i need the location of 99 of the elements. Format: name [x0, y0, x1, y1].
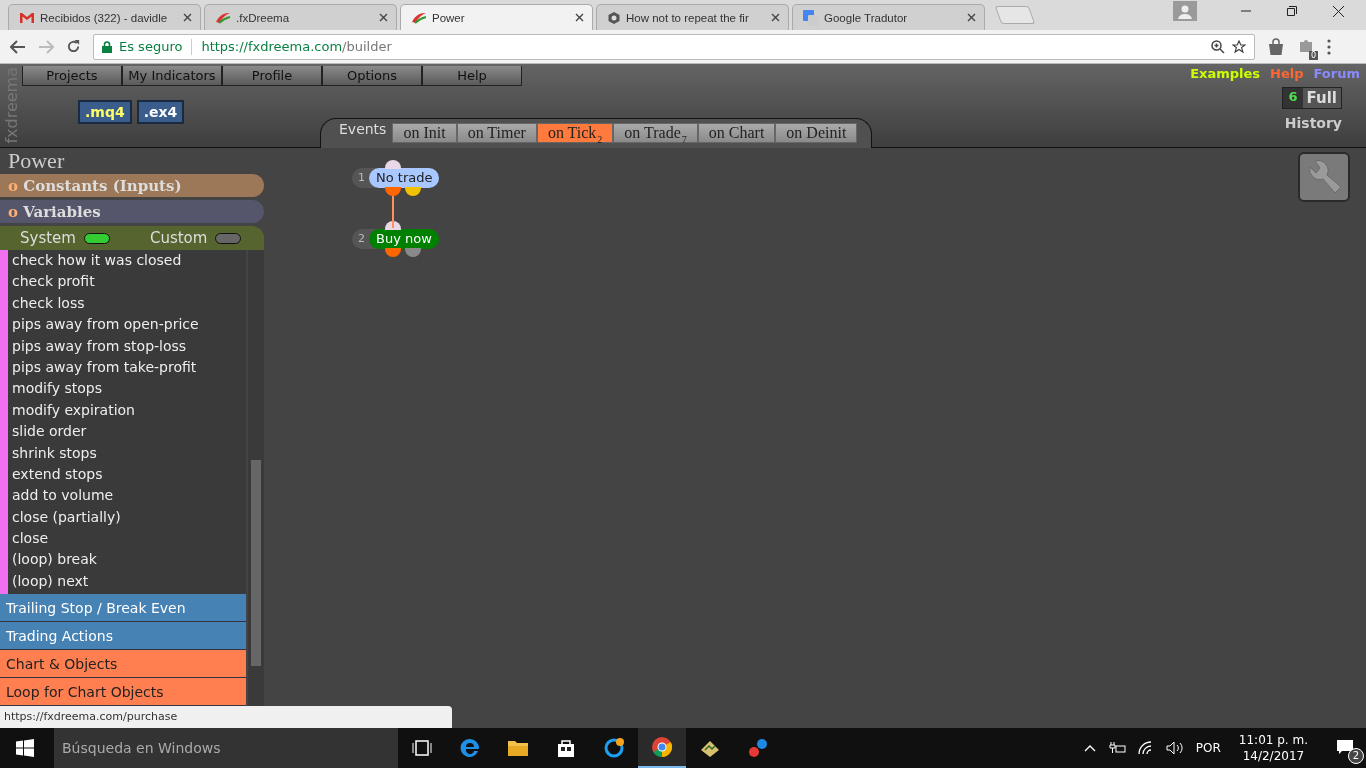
- notification-icon[interactable]: [1336, 738, 1354, 755]
- extension-badge: 0: [1308, 50, 1318, 60]
- chart-terminal-icon: [699, 738, 721, 758]
- menu-item[interactable]: Options: [322, 66, 422, 86]
- export-button[interactable]: .ex4: [136, 100, 185, 124]
- block-item[interactable]: check profit: [12, 271, 246, 293]
- close-icon[interactable]: [183, 13, 192, 22]
- block-item[interactable]: close: [12, 528, 246, 550]
- url-text: https://fxdreema.com/builder: [201, 39, 392, 54]
- block-item[interactable]: modify stops: [12, 378, 246, 400]
- browser-tab[interactable]: How not to repeat the fir: [596, 4, 789, 30]
- lock-icon: [102, 40, 112, 53]
- wifi-icon[interactable]: [1137, 741, 1154, 755]
- clock-time[interactable]: 11:01 p. m.: [1238, 732, 1308, 748]
- bag-icon[interactable]: [1267, 37, 1285, 56]
- category-item[interactable]: Trailing Stop / Break Even: [0, 594, 246, 622]
- mail-icon: [19, 11, 35, 24]
- edge-icon: [459, 737, 481, 759]
- close-icon[interactable]: [379, 13, 388, 22]
- category-item[interactable]: Chart & Objects: [0, 650, 246, 678]
- close-icon[interactable]: [771, 13, 780, 22]
- history-full-button[interactable]: 6 Full: [1282, 87, 1342, 109]
- task-view-icon: [412, 740, 432, 756]
- toggle-label: Custom: [149, 229, 208, 247]
- close-icon[interactable]: [1333, 5, 1344, 17]
- connector-line: [392, 196, 394, 228]
- swoosh-icon: [215, 10, 231, 25]
- swoosh-icon: [411, 10, 427, 25]
- events-label: Events: [339, 121, 387, 137]
- menu-item[interactable]: Help: [422, 66, 522, 86]
- event-tab[interactable]: on Timer: [456, 123, 537, 143]
- toggle-switch[interactable]: [215, 232, 242, 244]
- scrollbar[interactable]: [248, 250, 264, 706]
- store-bag-icon: [556, 738, 576, 758]
- section-header[interactable]: o Variables: [0, 200, 264, 223]
- close-icon[interactable]: [575, 13, 584, 22]
- restore-icon[interactable]: [1287, 6, 1297, 16]
- block-item[interactable]: (loop) break: [12, 549, 246, 571]
- event-tab[interactable]: on Trade$_{7}$: [613, 123, 698, 143]
- dots-icon: [747, 737, 769, 759]
- category-item[interactable]: Loop for Chart Objects: [0, 678, 246, 706]
- block-label: Buy now: [369, 229, 439, 249]
- windows-icon[interactable]: [16, 739, 34, 757]
- reload-icon[interactable]: [66, 39, 81, 54]
- notification-badge: 2: [1348, 747, 1364, 764]
- toggle-switch[interactable]: [83, 232, 110, 244]
- history-label: History: [1284, 115, 1342, 131]
- flow-block[interactable]: 2 Buy now: [352, 221, 439, 258]
- event-tab[interactable]: on Chart: [697, 123, 776, 143]
- block-item[interactable]: (loop) next: [12, 570, 246, 593]
- status-url: https://fxdreema.com/purchase: [0, 706, 452, 728]
- clock-date[interactable]: 14/2/2017: [1242, 748, 1305, 764]
- event-tab[interactable]: on Init: [392, 123, 457, 143]
- block-item[interactable]: add to volume: [12, 485, 246, 507]
- volume-icon[interactable]: [1165, 741, 1184, 755]
- zoom-icon[interactable]: [1211, 39, 1225, 54]
- sync-icon: [603, 737, 625, 759]
- toggle-label: System: [20, 229, 76, 247]
- address-bar[interactable]: Es seguro https://fxdreema.com/builder: [93, 33, 1255, 60]
- export-button[interactable]: .mq4: [78, 100, 132, 124]
- block-item[interactable]: shrink stops: [12, 442, 246, 464]
- block-item[interactable]: check how it was closed: [12, 250, 246, 272]
- block-item[interactable]: pips away from stop-loss: [12, 335, 246, 357]
- language-indicator[interactable]: POR: [1195, 741, 1221, 755]
- block-item[interactable]: modify expiration: [12, 399, 246, 422]
- battery-icon[interactable]: [1107, 742, 1126, 754]
- menu-item[interactable]: Profile: [222, 66, 322, 86]
- block-label: No trade: [369, 168, 440, 188]
- chrome-icon: [651, 736, 673, 758]
- event-tab[interactable]: on Deinit: [775, 123, 858, 143]
- block-item[interactable]: check loss: [12, 292, 246, 315]
- star-icon[interactable]: [1232, 39, 1246, 54]
- folder-icon: [507, 739, 529, 757]
- wrench-button[interactable]: [1298, 152, 1350, 202]
- block-item[interactable]: pips away from take-profit: [12, 356, 246, 379]
- hexagon-icon: [607, 10, 621, 25]
- event-tab[interactable]: on Tick$_{2}$: [536, 123, 614, 143]
- browser-tab[interactable]: .fxDreema: [204, 4, 397, 30]
- browser-tab[interactable]: Power: [400, 4, 593, 30]
- scrollbar-thumb[interactable]: [251, 460, 261, 666]
- menu-icon[interactable]: [1327, 38, 1331, 55]
- search-field[interactable]: Búsqueda en Windows: [54, 728, 398, 768]
- flow-block[interactable]: 1 No trade: [352, 160, 440, 197]
- block-item[interactable]: extend stops: [12, 463, 246, 486]
- header-link[interactable]: Examples: [1190, 66, 1261, 81]
- back-icon[interactable]: [10, 39, 26, 54]
- browser-tab[interactable]: Google Tradutor: [792, 4, 985, 30]
- browser-tab[interactable]: Recibidos (322) - davidle: [8, 4, 201, 30]
- menu-item[interactable]: My Indicators: [122, 66, 222, 86]
- category-item[interactable]: Trading Actions: [0, 622, 246, 650]
- block-item[interactable]: slide order: [12, 421, 246, 443]
- block-item[interactable]: pips away from open-price: [12, 314, 246, 336]
- project-title: Power: [7, 148, 66, 174]
- block-item[interactable]: close (partially): [12, 506, 246, 529]
- menu-item[interactable]: Projects: [22, 66, 122, 86]
- security-label: Es seguro: [119, 39, 183, 54]
- close-icon[interactable]: [967, 13, 976, 22]
- taskbar-app[interactable]: [638, 728, 686, 768]
- chevron-up-icon[interactable]: [1083, 744, 1096, 752]
